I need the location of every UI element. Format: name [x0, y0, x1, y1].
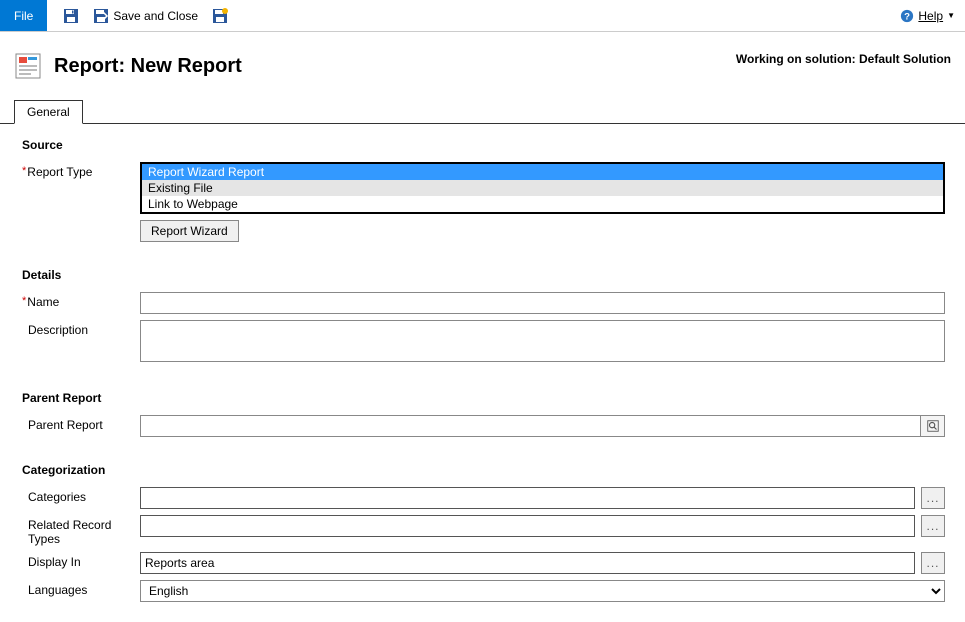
- report-type-option-link[interactable]: Link to Webpage: [142, 196, 943, 212]
- save-and-close-button[interactable]: Save and Close: [89, 5, 202, 27]
- save-as-button[interactable]: [208, 5, 232, 27]
- save-as-icon: [212, 8, 228, 24]
- save-close-icon: [93, 8, 109, 24]
- label-related-record-types: Related Record Types: [22, 515, 140, 546]
- page-title: Report: New Report: [54, 55, 736, 78]
- file-menu[interactable]: File: [0, 0, 47, 31]
- report-icon: [14, 52, 42, 80]
- label-parent-report: Parent Report: [22, 415, 140, 432]
- label-languages: Languages: [22, 580, 140, 597]
- report-type-listbox[interactable]: Report Wizard Report Existing File Link …: [140, 162, 945, 214]
- report-type-option-wizard[interactable]: Report Wizard Report: [142, 164, 943, 180]
- tab-bar: General: [0, 100, 965, 124]
- label-report-type: *Report Type: [22, 162, 140, 179]
- header: Report: New Report Working on solution: …: [0, 32, 965, 100]
- tab-general[interactable]: General: [14, 100, 83, 124]
- label-name: *Name: [22, 292, 140, 309]
- section-title-parent: Parent Report: [22, 391, 945, 405]
- section-title-source: Source: [22, 138, 945, 152]
- label-display-in: Display In: [22, 552, 140, 569]
- svg-text:?: ?: [904, 11, 910, 22]
- description-input[interactable]: [140, 320, 945, 362]
- parent-report-input[interactable]: [140, 415, 921, 437]
- solution-context: Working on solution: Default Solution: [736, 52, 951, 66]
- help-icon: ?: [900, 9, 914, 23]
- help-link[interactable]: ? Help ▼: [890, 5, 965, 27]
- languages-select[interactable]: English: [140, 580, 945, 602]
- section-title-categorization: Categorization: [22, 463, 945, 477]
- toolbar: File Save and Close ? Help ▼: [0, 0, 965, 32]
- parent-report-lookup-button[interactable]: [921, 415, 945, 437]
- save-button[interactable]: [59, 5, 83, 27]
- section-parent-report: Parent Report Parent Report: [0, 377, 965, 449]
- report-type-option-existing[interactable]: Existing File: [142, 180, 943, 196]
- report-wizard-button[interactable]: Report Wizard: [140, 220, 239, 242]
- help-label: Help: [918, 9, 943, 23]
- toolbar-items: Save and Close: [47, 5, 890, 27]
- name-input[interactable]: [140, 292, 945, 314]
- section-title-details: Details: [22, 268, 945, 282]
- section-source: Source *Report Type Report Wizard Report…: [0, 124, 965, 254]
- section-details: Details *Name Description: [0, 254, 965, 377]
- chevron-down-icon: ▼: [947, 11, 955, 20]
- display-in-picker-button[interactable]: ...: [921, 552, 945, 574]
- save-icon: [63, 8, 79, 24]
- section-categorization: Categorization Categories ... Related Re…: [0, 449, 965, 614]
- categories-input[interactable]: [140, 487, 915, 509]
- related-record-types-input[interactable]: [140, 515, 915, 537]
- label-description: Description: [22, 320, 140, 337]
- categories-picker-button[interactable]: ...: [921, 487, 945, 509]
- save-and-close-label: Save and Close: [113, 9, 198, 23]
- related-record-types-picker-button[interactable]: ...: [921, 515, 945, 537]
- display-in-input[interactable]: [140, 552, 915, 574]
- lookup-icon: [926, 419, 940, 433]
- label-categories: Categories: [22, 487, 140, 504]
